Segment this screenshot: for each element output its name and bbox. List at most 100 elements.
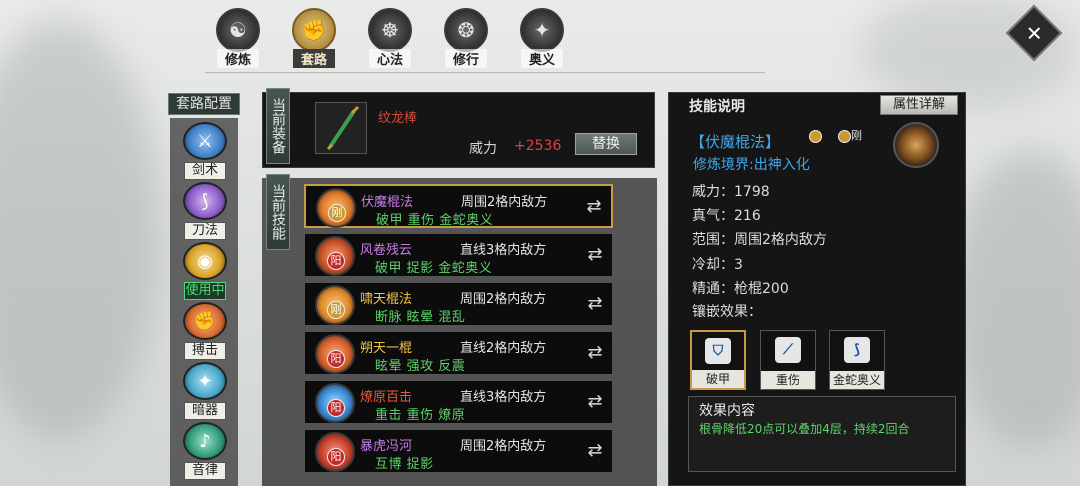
stat-power: 威力：1798: [692, 184, 770, 200]
tab-label: 心法: [368, 49, 411, 68]
tab-label: 修炼: [216, 49, 259, 68]
skill-effects: 破甲 重伤 金蛇奥义: [376, 213, 494, 228]
category-label: 使用中: [184, 282, 226, 300]
detail-badge: 刚: [851, 129, 862, 142]
swap-icon[interactable]: ⇄: [584, 342, 606, 364]
mind-icon: ☸: [368, 8, 412, 52]
fist-icon: ✊: [183, 302, 227, 340]
skill-row[interactable]: 阳 暴虎冯河 周围2格内敌方 互博 捉影 ⇄: [304, 429, 613, 473]
skill-name: 伏魔棍法: [361, 195, 414, 210]
category-sword[interactable]: ⚔ 剑术: [178, 122, 232, 180]
skill-badge: 阳: [327, 448, 345, 466]
staff-icon: ◉: [183, 242, 227, 280]
tab-practice[interactable]: ❂ 修行: [428, 4, 504, 70]
skill-range: 周围2格内敌方: [460, 292, 547, 307]
category-blade[interactable]: ⟆ 刀法: [178, 182, 232, 240]
inlay-effects-title: 镶嵌效果：: [692, 304, 762, 320]
tab-mystery[interactable]: ✦ 奥义: [504, 4, 580, 70]
skill-badge: 阳: [327, 399, 345, 417]
stat-cooldown: 冷却：3: [692, 257, 743, 273]
skill-row[interactable]: 刚 伏魔棍法 周围2格内敌方 破甲 重伤 金蛇奥义 ⇄: [304, 184, 613, 228]
category-in-use[interactable]: ◉ 使用中: [178, 242, 232, 300]
skill-description-title: 技能说明: [689, 99, 745, 115]
current-skills-label: 当前技能: [266, 174, 290, 250]
skill-row[interactable]: 阳 燎原百击 直线3格内敌方 重击 重伤 燎原 ⇄: [304, 380, 613, 424]
skill-badge: 阳: [327, 350, 345, 368]
skill-row[interactable]: 阳 风卷残云 直线3格内敌方 破甲 捉影 金蛇奥义 ⇄: [304, 233, 613, 277]
close-icon: ✕: [1025, 20, 1043, 45]
skill-icon: [893, 122, 939, 168]
fist-icon: ✊: [292, 8, 336, 52]
stat-range: 范围：周围2格内敌方: [692, 232, 827, 248]
skill-name: 啸天棍法: [360, 292, 413, 307]
skill-range: 周围2格内敌方: [460, 439, 547, 454]
category-label: 音律: [184, 462, 226, 480]
category-music[interactable]: ♪ 音律: [178, 422, 232, 480]
skill-effects: 眩晕 强攻 反震: [375, 359, 466, 374]
cultivation-realm: 修炼境界:出神入化: [693, 157, 810, 173]
skill-row[interactable]: 刚 啸天棍法 周围2格内敌方 断脉 眩晕 混乱 ⇄: [304, 282, 613, 326]
skill-range: 直线3格内敌方: [460, 243, 547, 258]
routine-config-title: 套路配置: [168, 93, 240, 115]
category-hidden-weapon[interactable]: ✦ 暗器: [178, 362, 232, 420]
inlay-slot[interactable]: ⟆ 金蛇奥义: [829, 330, 885, 390]
tab-label: 套路: [292, 49, 335, 68]
skill-effects: 重击 重伤 燎原: [375, 408, 466, 423]
category-label: 剑术: [184, 162, 226, 180]
swap-icon[interactable]: ⇄: [584, 440, 606, 462]
skill-effects: 破甲 捉影 金蛇奥义: [375, 261, 493, 276]
badge-icon: [838, 130, 851, 143]
blade-icon: ⟆: [183, 182, 227, 220]
dart-icon: ✦: [183, 362, 227, 400]
cultivate-icon: ☯: [216, 8, 260, 52]
weapon-name: 纹龙棒: [378, 111, 418, 126]
skill-name: 朔天一棍: [360, 341, 413, 356]
swap-icon[interactable]: ⇄: [584, 391, 606, 413]
skill-range: 直线2格内敌方: [460, 341, 547, 356]
inlay-slot[interactable]: ⛉ 破甲: [690, 330, 746, 390]
element-icon: [809, 130, 822, 143]
skill-name: 暴虎冯河: [360, 439, 413, 454]
swap-icon[interactable]: ⇄: [584, 244, 606, 266]
inlay-label: 金蛇奥义: [830, 371, 884, 389]
swap-icon[interactable]: ⇄: [583, 196, 605, 218]
inlay-label: 破甲: [692, 370, 744, 388]
skill-name: 燎原百击: [360, 390, 413, 405]
shield-icon: ⛉: [705, 338, 731, 364]
replace-button[interactable]: 替换: [575, 133, 637, 155]
mystery-icon: ✦: [520, 8, 564, 52]
swap-icon[interactable]: ⇄: [584, 293, 606, 315]
effect-content-text: 根骨降低20点可以叠加4层，持续2回合: [699, 422, 910, 436]
skill-badge: 刚: [327, 301, 345, 319]
attribute-details-button[interactable]: 属性详解: [880, 95, 958, 115]
snake-icon: ⟆: [844, 337, 870, 363]
inlay-slot[interactable]: ⟋ 重伤: [760, 330, 816, 390]
category-fist[interactable]: ✊ 搏击: [178, 302, 232, 360]
tab-label: 修行: [444, 49, 487, 68]
skill-badge: 阳: [327, 252, 345, 270]
skill-range: 周围2格内敌方: [461, 195, 548, 210]
top-tab-bar: ☯ 修炼 ✊ 套路 ☸ 心法 ❂ 修行 ✦ 奥义: [200, 4, 580, 70]
tab-cultivate[interactable]: ☯ 修炼: [200, 4, 276, 70]
inlay-label: 重伤: [761, 371, 815, 389]
skill-effects: 互博 捉影: [375, 457, 434, 472]
power-value: +2536: [514, 138, 562, 154]
skill-name: 风卷残云: [360, 243, 413, 258]
sword-icon: ⚔: [183, 122, 227, 160]
effect-content-title: 效果内容: [699, 403, 755, 419]
category-label: 刀法: [184, 222, 226, 240]
tab-mind-method[interactable]: ☸ 心法: [352, 4, 428, 70]
stat-mastery: 精通：枪棍200: [692, 281, 789, 297]
current-equipment-label: 当前装备: [266, 88, 290, 164]
weapon-icon[interactable]: [315, 102, 367, 154]
skill-range: 直线3格内敌方: [460, 390, 547, 405]
skill-row[interactable]: 阳 朔天一棍 直线2格内敌方 眩晕 强攻 反震 ⇄: [304, 331, 613, 375]
music-icon: ♪: [183, 422, 227, 460]
power-label: 威力: [469, 141, 497, 157]
slash-icon: ⟋: [775, 337, 801, 363]
category-label: 暗器: [184, 402, 226, 420]
stat-qi: 真气：216: [692, 208, 761, 224]
category-label: 搏击: [184, 342, 226, 360]
divider: [205, 72, 765, 73]
tab-routine[interactable]: ✊ 套路: [276, 4, 352, 70]
